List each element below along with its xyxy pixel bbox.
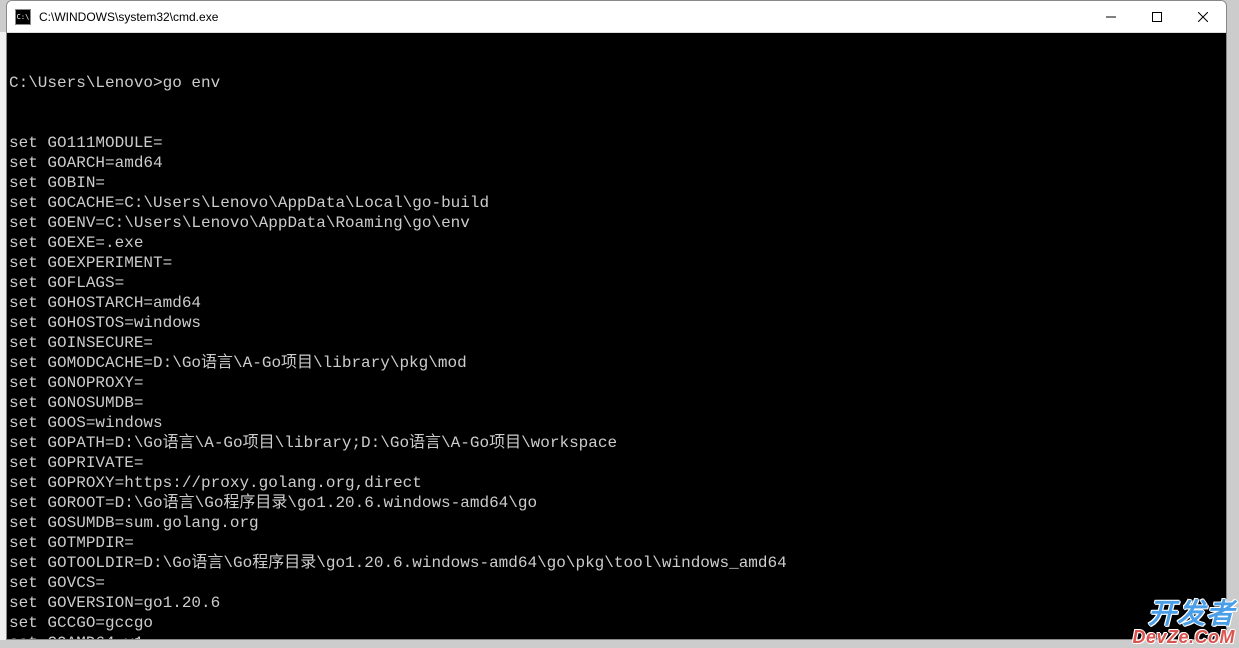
output-line: set GOPATH=D:\Go语言\A-Go项目\library;D:\Go语… <box>9 433 1226 453</box>
output-line: set GOBIN= <box>9 173 1226 193</box>
output-line: set GONOPROXY= <box>9 373 1226 393</box>
output-line: set GCCGO=gccgo <box>9 613 1226 633</box>
cmd-window: C:\ C:\WINDOWS\system32\cmd.exe C:\Users… <box>6 0 1227 640</box>
output-line: set GOTMPDIR= <box>9 533 1226 553</box>
output-line: set GOENV=C:\Users\Lenovo\AppData\Roamin… <box>9 213 1226 233</box>
output-line: set GOPRIVATE= <box>9 453 1226 473</box>
maximize-icon <box>1152 12 1162 22</box>
output-line: set GOEXE=.exe <box>9 233 1226 253</box>
cmd-icon: C:\ <box>15 9 31 25</box>
window-title: C:\WINDOWS\system32\cmd.exe <box>39 10 1088 24</box>
window-controls <box>1088 1 1226 32</box>
titlebar[interactable]: C:\ C:\WINDOWS\system32\cmd.exe <box>7 1 1226 33</box>
maximize-button[interactable] <box>1134 1 1180 32</box>
close-icon <box>1198 12 1208 22</box>
output-line: set GOMODCACHE=D:\Go语言\A-Go项目\library\pk… <box>9 353 1226 373</box>
output-line: set GOCACHE=C:\Users\Lenovo\AppData\Loca… <box>9 193 1226 213</box>
command-prompt-line: C:\Users\Lenovo>go env <box>9 73 1226 93</box>
output-line: set GOINSECURE= <box>9 333 1226 353</box>
output-container: set GO111MODULE=set GOARCH=amd64set GOBI… <box>9 133 1226 639</box>
minimize-icon <box>1106 12 1116 22</box>
output-line: set GONOSUMDB= <box>9 393 1226 413</box>
output-line: set GOROOT=D:\Go语言\Go程序目录\go1.20.6.windo… <box>9 493 1226 513</box>
terminal-output[interactable]: C:\Users\Lenovo>go env set GO111MODULE=s… <box>7 33 1226 639</box>
command-text: go env <box>163 74 221 92</box>
output-line: set GOTOOLDIR=D:\Go语言\Go程序目录\go1.20.6.wi… <box>9 553 1226 573</box>
output-line: set GOAMD64=v1 <box>9 633 1226 639</box>
minimize-button[interactable] <box>1088 1 1134 32</box>
output-line: set GOHOSTARCH=amd64 <box>9 293 1226 313</box>
output-line: set GOOS=windows <box>9 413 1226 433</box>
output-line: set GOEXPERIMENT= <box>9 253 1226 273</box>
output-line: set GOVCS= <box>9 573 1226 593</box>
prompt-text: C:\Users\Lenovo> <box>9 74 163 92</box>
output-line: set GOPROXY=https://proxy.golang.org,dir… <box>9 473 1226 493</box>
output-line: set GOHOSTOS=windows <box>9 313 1226 333</box>
output-line: set GO111MODULE= <box>9 133 1226 153</box>
output-line: set GOARCH=amd64 <box>9 153 1226 173</box>
output-line: set GOFLAGS= <box>9 273 1226 293</box>
close-button[interactable] <box>1180 1 1226 32</box>
output-line: set GOVERSION=go1.20.6 <box>9 593 1226 613</box>
output-line: set GOSUMDB=sum.golang.org <box>9 513 1226 533</box>
